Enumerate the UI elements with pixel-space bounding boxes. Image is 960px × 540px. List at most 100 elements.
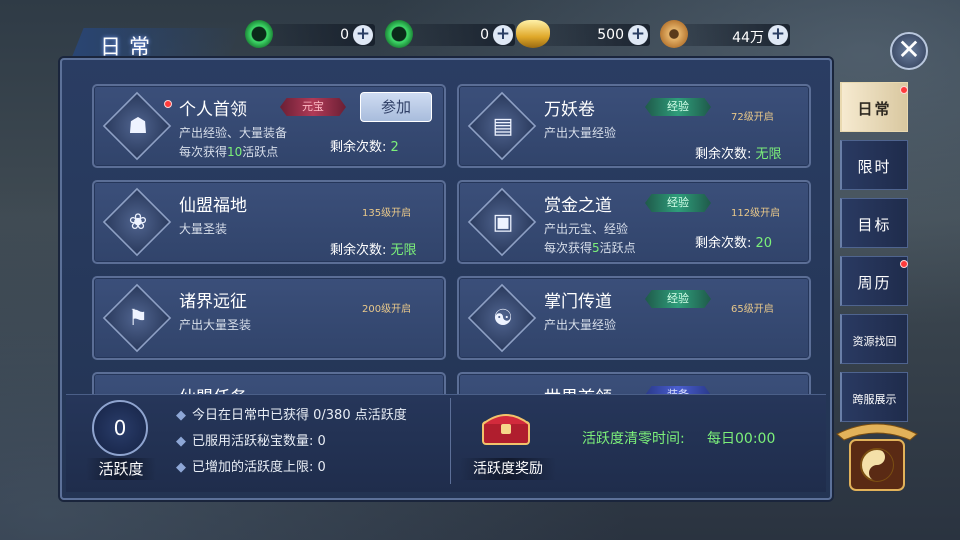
tab-label: 日常 bbox=[857, 100, 892, 118]
info-line-treasure: ◆ 已服用活跃秘宝数量: 0 bbox=[176, 430, 326, 449]
notification-dot bbox=[900, 260, 908, 268]
green-swirl-icon bbox=[245, 20, 273, 48]
remaining-label: 剩余次数: bbox=[695, 236, 752, 251]
resource-spirit-1: 0 + bbox=[245, 20, 375, 48]
reset-time-label: 活跃度清零时间: bbox=[582, 431, 685, 447]
bullet-icon: ◆ bbox=[176, 434, 186, 449]
activity-card-guild-quest[interactable]: 仙盟任务 bbox=[92, 372, 446, 394]
points-prefix: 每次获得 bbox=[544, 241, 593, 255]
resource-value: 0 bbox=[480, 27, 489, 43]
activity-desc: 产出大量经验 bbox=[544, 126, 617, 140]
activity-desc: 产出大量圣装 bbox=[179, 318, 252, 332]
treasure-chest-icon[interactable] bbox=[480, 410, 532, 446]
activity-name: 世界首领 bbox=[544, 383, 612, 394]
activity-card-guild-land[interactable]: ❀ 仙盟福地 135级开启 大量圣装 剩余次数: 无限 bbox=[92, 180, 446, 264]
points-suffix: 活跃点 bbox=[242, 145, 279, 159]
activity-points-counter: 0 bbox=[92, 400, 148, 456]
banner-icon: ⚑ bbox=[128, 306, 148, 331]
resource-copper-coin: 44万 + bbox=[660, 20, 790, 48]
activity-name: 仙盟福地 bbox=[179, 196, 247, 216]
activity-name: 诸界远征 bbox=[179, 292, 247, 312]
remaining-count: 剩余次数: 无限 bbox=[695, 143, 782, 162]
resource-value: 44万 bbox=[732, 30, 764, 46]
tab-weekly[interactable]: 周历 bbox=[840, 256, 908, 306]
resource-value: 500 bbox=[597, 27, 624, 43]
page-title: 日常 bbox=[100, 35, 158, 59]
tab-limited[interactable]: 限时 bbox=[840, 140, 908, 190]
remaining-value: 20 bbox=[755, 236, 773, 251]
activity-desc: 大量圣装 bbox=[179, 222, 228, 236]
activity-name: 掌门传道 bbox=[544, 292, 612, 312]
tab-label: 目标 bbox=[857, 216, 892, 234]
activity-name: 个人首领 bbox=[179, 100, 247, 120]
activity-card-world-boss[interactable]: 世界首领 装备 bbox=[457, 372, 811, 394]
remaining-value: 无限 bbox=[390, 243, 417, 258]
scroll-icon: ▤ bbox=[492, 114, 514, 139]
add-resource-button[interactable]: + bbox=[628, 25, 648, 45]
reward-tag: 经验 bbox=[645, 290, 711, 308]
tab-label: 限时 bbox=[857, 158, 892, 176]
activity-label: 活跃度 bbox=[86, 458, 156, 480]
resource-value: 0 bbox=[340, 27, 349, 43]
activity-card-wanyao-scroll[interactable]: ▤ 万妖卷 经验 72级开启 产出大量经验 剩余次数: 无限 bbox=[457, 84, 811, 168]
resource-bar: 0 + 0 + 500 + 44万 + bbox=[245, 20, 805, 50]
add-resource-button[interactable]: + bbox=[493, 25, 513, 45]
level-requirement: 72级开启 bbox=[731, 112, 774, 123]
reward-tag: 装备 bbox=[645, 386, 711, 394]
remaining-label: 剩余次数: bbox=[695, 147, 752, 162]
info-line-today: ◆ 今日在日常中已获得 0/380 点活跃度 bbox=[176, 404, 407, 423]
level-requirement: 112级开启 bbox=[731, 208, 781, 219]
lotus-icon: ❀ bbox=[128, 210, 148, 235]
tab-resource-recovery[interactable]: 资源找回 bbox=[840, 314, 908, 364]
tab-label: 跨服展示 bbox=[852, 393, 897, 406]
level-requirement: 200级开启 bbox=[362, 304, 412, 315]
tab-daily[interactable]: 日常 bbox=[840, 82, 908, 132]
activity-name: 万妖卷 bbox=[544, 100, 595, 120]
tab-label: 周历 bbox=[857, 274, 892, 292]
activity-name: 仙盟任务 bbox=[179, 383, 247, 394]
copper-coin-icon bbox=[660, 20, 688, 48]
info-text: 已增加的活跃度上限: 0 bbox=[192, 460, 326, 475]
bullet-icon: ◆ bbox=[176, 408, 186, 423]
activity-card-bounty[interactable]: ▣ 赏金之道 经验 112级开启 产出元宝、经验 每次获得5活跃点 剩余次数: … bbox=[457, 180, 811, 264]
info-line-limit: ◆ 已增加的活跃度上限: 0 bbox=[176, 456, 326, 475]
add-resource-button[interactable]: + bbox=[353, 25, 373, 45]
activity-card-expedition[interactable]: ⚑ 诸界远征 200级开启 产出大量圣装 bbox=[92, 276, 446, 360]
points-number: 10 bbox=[227, 145, 243, 159]
close-button[interactable]: ✕ bbox=[890, 32, 928, 70]
info-text: 已服用活跃秘宝数量: 0 bbox=[192, 434, 326, 449]
activity-card-master-teaching[interactable]: ☯ 掌门传道 经验 65级开启 产出大量经验 bbox=[457, 276, 811, 360]
remaining-count: 剩余次数: 2 bbox=[330, 136, 399, 155]
mask-icon: ☗ bbox=[128, 114, 148, 139]
reset-time-value: 每日00:00 bbox=[707, 431, 776, 447]
activity-desc: 产出经验、大量装备 bbox=[179, 126, 288, 140]
notification-dot bbox=[900, 86, 908, 94]
level-requirement: 65级开启 bbox=[731, 304, 774, 315]
activity-desc: 产出大量经验 bbox=[544, 318, 617, 332]
remaining-value: 无限 bbox=[755, 147, 782, 162]
level-requirement: 135级开启 bbox=[362, 208, 412, 219]
remaining-count: 剩余次数: 无限 bbox=[330, 239, 417, 258]
activity-list[interactable]: ☗ 个人首领 元宝 参加 产出经验、大量装备 每次获得10活跃点 剩余次数: 2… bbox=[66, 66, 826, 394]
activity-desc: 产出元宝、经验 bbox=[544, 222, 629, 236]
tab-label: 资源找回 bbox=[852, 335, 897, 348]
resource-gold-ingot: 500 + bbox=[516, 20, 650, 48]
points-prefix: 每次获得 bbox=[179, 145, 228, 159]
green-swirl-icon bbox=[385, 20, 413, 48]
bagua-emblem-icon[interactable] bbox=[832, 420, 922, 494]
join-button[interactable]: 参加 bbox=[360, 92, 432, 122]
tab-goals[interactable]: 目标 bbox=[840, 198, 908, 248]
bullet-icon: ◆ bbox=[176, 460, 186, 475]
activity-points: 每次获得5活跃点 bbox=[544, 239, 636, 256]
divider bbox=[450, 398, 451, 484]
points-suffix: 活跃点 bbox=[599, 241, 636, 255]
reward-tag: 经验 bbox=[645, 194, 711, 212]
remaining-count: 剩余次数: 20 bbox=[695, 232, 772, 251]
tab-cross-server[interactable]: 跨服展示 bbox=[840, 372, 908, 422]
activity-points: 每次获得10活跃点 bbox=[179, 143, 278, 160]
add-resource-button[interactable]: + bbox=[768, 25, 788, 45]
points-number: 5 bbox=[592, 241, 600, 255]
remaining-value: 2 bbox=[390, 140, 399, 155]
activity-card-personal-boss[interactable]: ☗ 个人首领 元宝 参加 产出经验、大量装备 每次获得10活跃点 剩余次数: 2 bbox=[92, 84, 446, 168]
activity-reward-label[interactable]: 活跃度奖励 bbox=[460, 458, 556, 480]
